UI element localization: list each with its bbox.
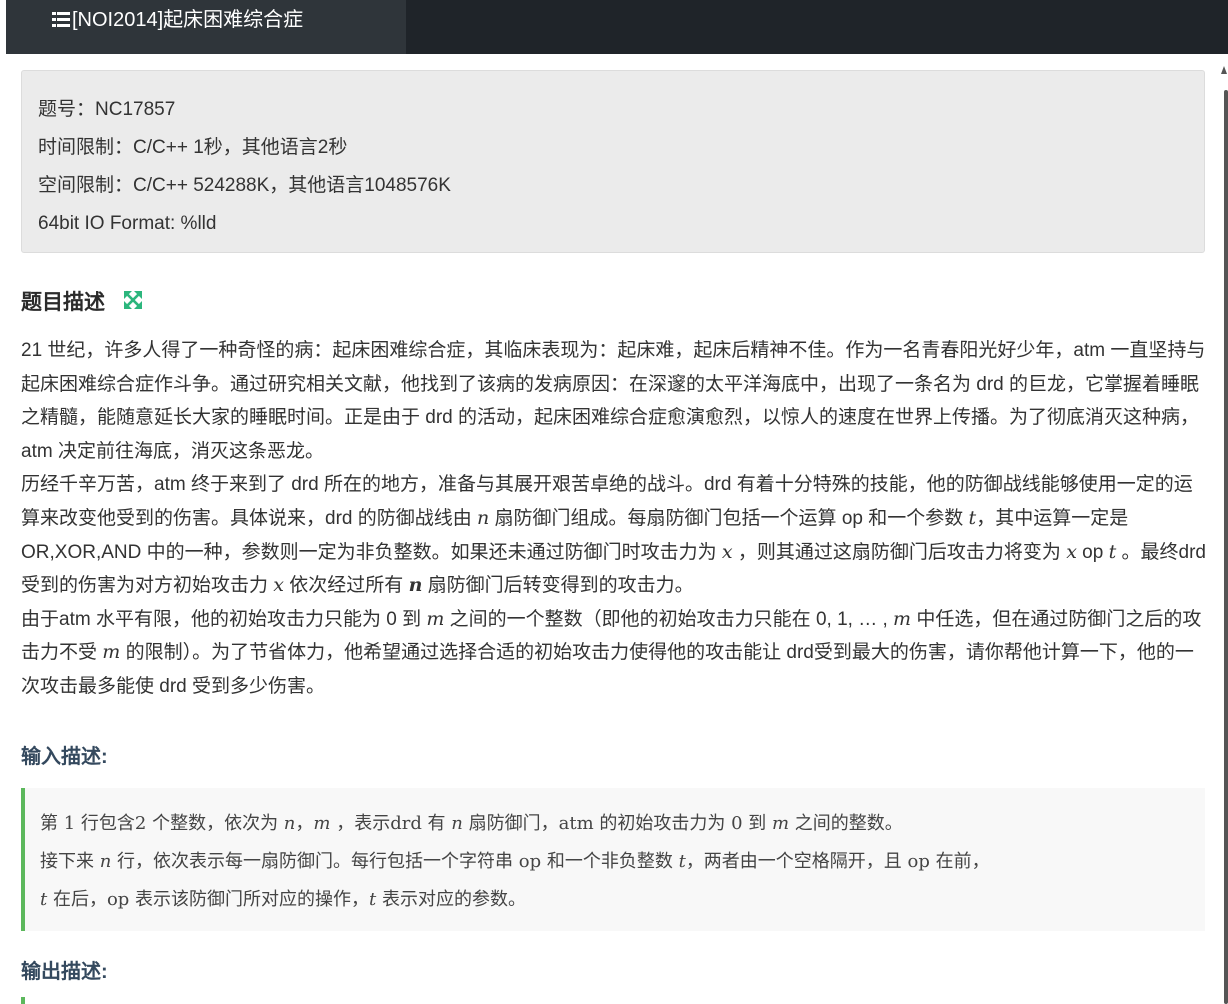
- output-title: 输出描述:: [21, 961, 108, 983]
- math-var: n: [408, 574, 423, 597]
- problem-tab[interactable]: [NOI2014]起床困难综合症: [6, 0, 406, 54]
- description-paragraph: 历经千辛万苦，atm 终于来到了 drd 所在的地方，准备与其展开艰苦卓绝的战斗…: [21, 474, 1206, 597]
- description-title: 题目描述: [21, 291, 105, 314]
- input-description-block: 第 1 行包含2 个整数，依次为 n，m ，表示drd 有 n 扇防御门，atm…: [21, 788, 1205, 931]
- math-var: x: [273, 574, 284, 597]
- math-var: m: [893, 607, 912, 630]
- input-line: t 在后，op 表示该防御门所对应的操作，t 表示对应的参数。: [40, 889, 527, 910]
- io-format: 64bit IO Format: %lld: [38, 213, 217, 234]
- math-var: x: [721, 540, 733, 563]
- problem-description: 21 世纪，许多人得了一种奇怪的病：起床困难综合症，其临床表现为：起床难，起床后…: [21, 334, 1207, 704]
- input-line: 接下来 n 行，依次表示每一扇防御门。每行包括一个字符串 op 和一个非负整数 …: [40, 851, 990, 872]
- math-var: x: [1066, 540, 1077, 563]
- output-block-border: [21, 997, 25, 1004]
- math-var: n: [477, 506, 490, 529]
- scroll-up-arrow-icon[interactable]: [1221, 66, 1227, 74]
- input-title: 输入描述:: [21, 746, 108, 768]
- time-limit: 时间限制：C/C++ 1秒，其他语言2秒: [38, 137, 348, 158]
- list-icon: [52, 12, 70, 28]
- problem-id: 题号：NC17857: [38, 99, 176, 120]
- tab-title: [NOI2014]起床困难综合症: [72, 9, 304, 31]
- top-bar: [NOI2014]起床困难综合症: [6, 0, 1228, 54]
- math-var: m: [102, 641, 121, 664]
- scrollbar-thumb[interactable]: [1224, 90, 1228, 1004]
- problem-info-box: 题号：NC17857 时间限制：C/C++ 1秒，其他语言2秒 空间限制：C/C…: [21, 70, 1205, 253]
- memory-limit: 空间限制：C/C++ 524288K，其他语言1048576K: [38, 175, 451, 196]
- description-paragraph: 由于atm 水平有限，他的初始攻击力只能为 0 到 m 之间的一个整数（即他的初…: [21, 607, 1202, 697]
- input-line: 第 1 行包含2 个整数，依次为 n，m ，表示drd 有 n 扇防御门，atm…: [40, 813, 903, 834]
- expand-arrows-icon[interactable]: [123, 290, 143, 310]
- description-paragraph: 21 世纪，许多人得了一种奇怪的病：起床困难综合症，其临床表现为：起床难，起床后…: [21, 340, 1206, 462]
- math-var: m: [426, 607, 445, 630]
